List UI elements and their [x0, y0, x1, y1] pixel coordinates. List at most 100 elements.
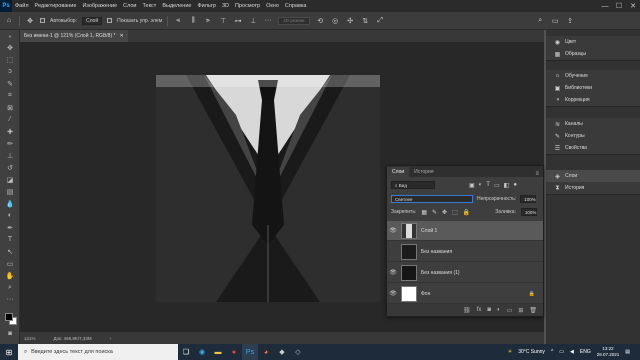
network-icon[interactable]: ▭ — [559, 349, 564, 355]
more-options-icon[interactable]: ··· — [263, 16, 273, 26]
layer-row[interactable]: 👁 Слой 1 — [387, 221, 543, 241]
3d-rotate-icon[interactable]: ⟲ — [315, 16, 325, 26]
3d-roll-icon[interactable]: ◎ — [330, 16, 340, 26]
volume-icon[interactable]: ◀ — [570, 349, 574, 355]
transform-controls-checkbox[interactable] — [107, 18, 113, 23]
status-arrow-icon[interactable]: › — [110, 336, 112, 341]
3d-scale-icon[interactable]: ⤢ — [375, 16, 385, 26]
panel-libraries[interactable]: ▣ Библиотеки — [546, 82, 640, 94]
menu-3d[interactable]: 3D — [219, 3, 232, 9]
app-icon[interactable]: ◇ — [290, 344, 306, 360]
blend-mode-dropdown[interactable]: Светлее — [391, 195, 473, 203]
layer-row[interactable]: 👁 Без названия (1) — [387, 263, 543, 283]
panel-learn[interactable]: ☼ Обучение — [546, 70, 640, 82]
autoselect-dropdown[interactable]: Слой — [81, 16, 103, 25]
start-button[interactable]: ⊞ — [0, 344, 18, 360]
clone-stamp-tool-icon[interactable]: ⊥ — [4, 151, 16, 160]
home-icon[interactable]: ⌂ — [4, 16, 14, 26]
lock-image-icon[interactable]: ✎ — [432, 209, 437, 216]
panel-history[interactable]: ⧗ История — [546, 182, 640, 194]
hand-tool-icon[interactable]: ✋ — [4, 271, 16, 280]
menu-help[interactable]: Справка — [282, 3, 310, 9]
minimize-button[interactable]: — — [598, 0, 612, 12]
quick-mask-icon[interactable]: ◙ — [4, 329, 16, 338]
edge-icon[interactable]: ◉ — [194, 344, 210, 360]
marquee-tool-icon[interactable]: ⬚ — [4, 55, 16, 64]
panel-channels[interactable]: ≋ Каналы — [546, 118, 640, 130]
lock-all-icon[interactable]: 🔒 — [463, 209, 470, 216]
clock[interactable]: 13:22 28.07.2021 — [597, 346, 620, 358]
document-tab[interactable]: Без имени-1 @ 121% (Слой 1, RGB/8) * ✕ — [20, 30, 128, 42]
firefox-icon[interactable]: ◕ — [258, 344, 274, 360]
healing-brush-tool-icon[interactable]: ✚ — [4, 127, 16, 136]
align-bottom-icon[interactable]: ⊥ — [248, 16, 258, 26]
file-explorer-icon[interactable]: ▬ — [210, 344, 226, 360]
visibility-eye-icon[interactable]: 👁 — [387, 290, 399, 297]
brush-tool-icon[interactable]: ✏ — [4, 139, 16, 148]
crop-tool-icon[interactable]: ⌗ — [4, 91, 16, 100]
rectangle-tool-icon[interactable]: ▭ — [4, 259, 16, 268]
language-indicator[interactable]: ENG — [580, 349, 591, 355]
panel-layers[interactable]: ◈ Слои — [546, 170, 640, 182]
menu-window[interactable]: Окно — [263, 3, 282, 9]
blur-tool-icon[interactable]: 💧 — [4, 199, 16, 208]
move-tool-icon[interactable]: ✥ — [25, 16, 35, 26]
path-selection-tool-icon[interactable]: ↖ — [4, 247, 16, 256]
history-brush-tool-icon[interactable]: ↺ — [4, 163, 16, 172]
layer-name[interactable]: Фон — [421, 291, 430, 297]
filter-toggle-icon[interactable]: ● — [513, 182, 517, 188]
type-tool-icon[interactable]: T — [4, 235, 16, 244]
autoselect-checkbox[interactable] — [40, 18, 45, 23]
menu-filter[interactable]: Фильтр — [194, 3, 218, 9]
filter-smart-object-icon[interactable]: ◧ — [504, 182, 510, 189]
layer-name[interactable]: Слой 1 — [421, 228, 437, 234]
layer-row[interactable]: 👁 Фон 🔒 — [387, 284, 543, 304]
menu-image[interactable]: Изображение — [79, 3, 120, 9]
photoshop-taskbar-icon[interactable]: Ps — [242, 344, 258, 360]
tray-chevron-icon[interactable]: ^ — [551, 349, 553, 355]
mask-icon[interactable]: ◙ — [487, 307, 491, 313]
group-icon[interactable]: ▭ — [507, 307, 513, 314]
filter-pixel-icon[interactable]: ▣ — [469, 182, 475, 189]
adjustment-layer-icon[interactable]: ◐ — [497, 307, 501, 313]
new-layer-icon[interactable]: ⊞ — [518, 307, 523, 314]
align-top-icon[interactable]: ⊤ — [218, 16, 228, 26]
visibility-eye-icon[interactable]: 👁 — [387, 227, 399, 234]
fill-input[interactable]: 100% — [520, 208, 537, 216]
layer-name[interactable]: Без названия (1) — [421, 270, 460, 276]
align-middle-icon[interactable]: ⊶ — [233, 16, 243, 26]
layer-row[interactable]: Без названия — [387, 242, 543, 262]
filter-shape-icon[interactable]: ▭ — [494, 182, 500, 189]
collapse-toolbar-icon[interactable]: » — [4, 32, 16, 41]
lock-position-icon[interactable]: ✥ — [442, 209, 447, 216]
lasso-tool-icon[interactable]: ↄ — [4, 67, 16, 76]
tab-layers[interactable]: Слои — [387, 167, 410, 177]
3d-pan-icon[interactable]: ✣ — [345, 16, 355, 26]
panel-adjustments[interactable]: ◑ Коррекция — [546, 94, 640, 106]
menu-edit[interactable]: Редактирование — [32, 3, 80, 9]
3d-slide-icon[interactable]: ⇅ — [360, 16, 370, 26]
align-center-icon[interactable]: ⫼ — [188, 16, 198, 26]
panel-menu-icon[interactable]: ≡ — [535, 171, 543, 177]
notifications-icon[interactable]: ▤ — [625, 349, 630, 355]
opacity-input[interactable]: 100% — [520, 195, 537, 203]
gradient-tool-icon[interactable]: ▤ — [4, 187, 16, 196]
zoom-level[interactable]: 121% — [24, 336, 36, 341]
eraser-tool-icon[interactable]: ◪ — [4, 175, 16, 184]
foreground-color-swatch[interactable] — [5, 313, 13, 321]
delete-icon[interactable]: 🗑 — [529, 307, 537, 314]
workspace-icon[interactable]: ▭ — [550, 16, 560, 26]
panel-swatches[interactable]: ▦ Образцы — [546, 48, 640, 60]
app-icon[interactable]: ◆ — [274, 344, 290, 360]
zoom-tool-icon[interactable]: ⌕ — [4, 283, 16, 292]
maximize-button[interactable]: ☐ — [612, 0, 626, 12]
panel-properties[interactable]: ☰ Свойства — [546, 142, 640, 154]
filter-adjustment-icon[interactable]: ◐ — [479, 182, 483, 188]
dodge-tool-icon[interactable]: ◐ — [4, 211, 16, 220]
lock-transparent-icon[interactable]: ▦ — [421, 209, 427, 216]
menu-file[interactable]: Файл — [12, 3, 32, 9]
eyedropper-tool-icon[interactable]: ⁄ — [4, 115, 16, 124]
menu-layers[interactable]: Слои — [120, 3, 139, 9]
share-icon[interactable]: ⇪ — [565, 16, 575, 26]
link-icon[interactable]: ⛓ — [463, 307, 471, 314]
